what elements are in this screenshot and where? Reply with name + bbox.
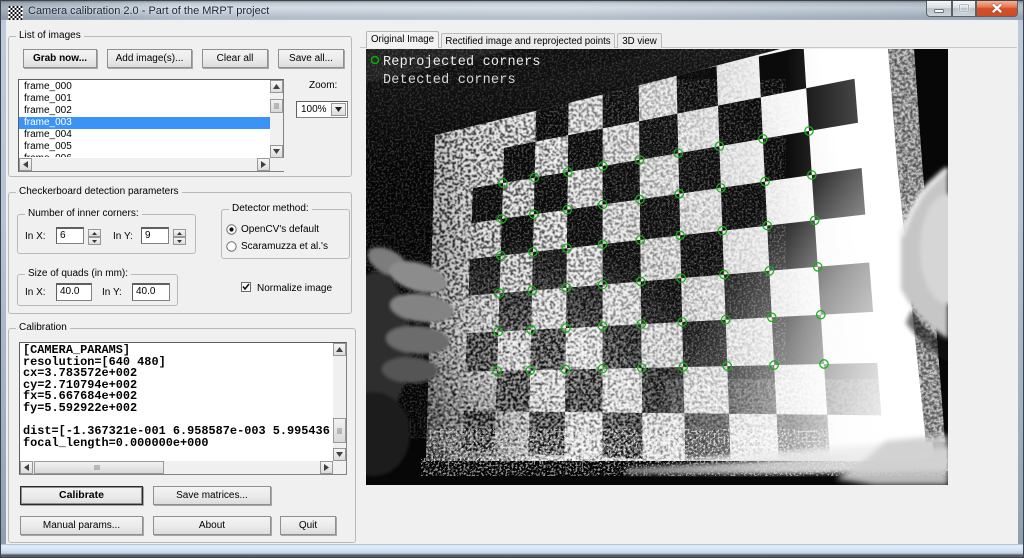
svg-text:Reprojected corners: Reprojected corners (383, 55, 541, 70)
svg-text:Detected corners: Detected corners (383, 73, 516, 88)
